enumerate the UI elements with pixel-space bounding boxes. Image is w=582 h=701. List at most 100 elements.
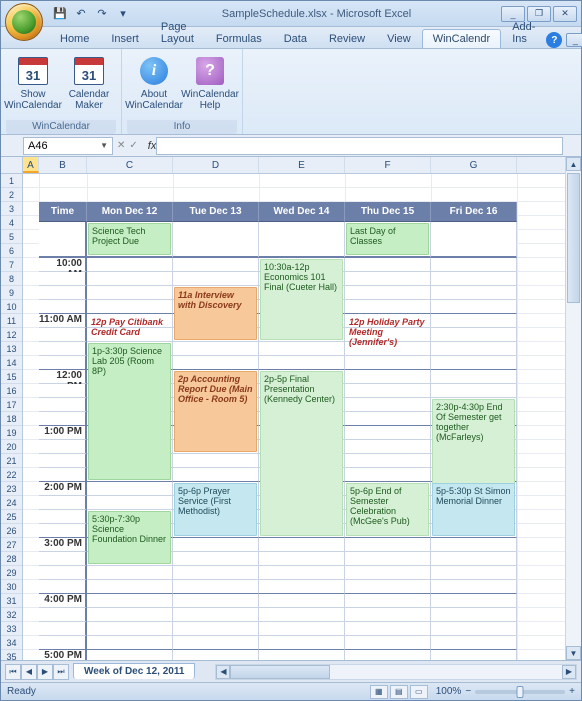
qat-dropdown-icon[interactable]: ▾ <box>114 5 132 23</box>
row-header[interactable]: 29 <box>1 566 22 580</box>
row-header[interactable]: 2 <box>1 188 22 202</box>
row-header[interactable]: 13 <box>1 342 22 356</box>
row-header[interactable]: 24 <box>1 496 22 510</box>
scroll-thumb[interactable] <box>567 173 580 303</box>
tab-review[interactable]: Review <box>318 29 376 48</box>
calendar-event[interactable]: 5:30p-7:30p Science Foundation Dinner <box>88 511 171 564</box>
tab-data[interactable]: Data <box>273 29 318 48</box>
row-header[interactable]: 23 <box>1 482 22 496</box>
calendar-event[interactable]: 2p-5p Final Presentation (Kennedy Center… <box>260 371 343 536</box>
row-header[interactable]: 22 <box>1 468 22 482</box>
row-header[interactable]: 16 <box>1 384 22 398</box>
row-header[interactable]: 6 <box>1 244 22 258</box>
row-header[interactable]: 8 <box>1 272 22 286</box>
save-icon[interactable]: 💾 <box>51 5 69 23</box>
undo-icon[interactable]: ↶ <box>72 5 90 23</box>
column-header[interactable]: G <box>431 157 517 173</box>
row-header[interactable]: 35 <box>1 650 22 660</box>
wincalendar-help-button[interactable]: ? WinCalendar Help <box>183 52 237 120</box>
zoom-slider[interactable] <box>475 690 565 694</box>
row-header[interactable]: 21 <box>1 454 22 468</box>
scroll-down-icon[interactable]: ▼ <box>566 646 581 660</box>
zoom-level[interactable]: 100% <box>436 686 462 697</box>
select-all-corner[interactable] <box>1 157 23 174</box>
close-button[interactable]: ✕ <box>553 6 577 22</box>
row-header[interactable]: 17 <box>1 398 22 412</box>
calendar-event[interactable]: 11a Interview with Discovery <box>174 287 257 340</box>
calendar-event[interactable]: 1p-3:30p Science Lab 205 (Room 8P) <box>88 343 171 480</box>
help-icon[interactable]: ? <box>546 32 562 48</box>
redo-icon[interactable]: ↷ <box>93 5 111 23</box>
calendar-event[interactable]: 5p-6p Prayer Service (First Methodist) <box>174 483 257 536</box>
calendar-maker-button[interactable]: 31 Calendar Maker <box>62 52 116 120</box>
row-header[interactable]: 10 <box>1 300 22 314</box>
name-box[interactable]: A46 ▼ <box>23 137 113 155</box>
row-header[interactable]: 25 <box>1 510 22 524</box>
tab-insert[interactable]: Insert <box>100 29 150 48</box>
row-header[interactable]: 1 <box>1 174 22 188</box>
column-header[interactable]: D <box>173 157 259 173</box>
page-layout-view-button[interactable]: ▤ <box>390 685 408 699</box>
row-header[interactable]: 28 <box>1 552 22 566</box>
column-header[interactable]: E <box>259 157 345 173</box>
scroll-right-icon[interactable]: ▶ <box>562 665 576 679</box>
row-header[interactable]: 30 <box>1 580 22 594</box>
scroll-thumb[interactable] <box>230 665 330 679</box>
calendar-event[interactable]: 2p Accounting Report Due (Main Office - … <box>174 371 257 452</box>
allday-event[interactable]: Last Day of Classes <box>346 223 429 255</box>
tab-formulas[interactable]: Formulas <box>205 29 273 48</box>
row-header[interactable]: 11 <box>1 314 22 328</box>
enter-icon[interactable]: ✓ <box>129 140 137 151</box>
about-wincalendar-button[interactable]: i About WinCalendar <box>127 52 181 120</box>
show-wincalendar-button[interactable]: 31 Show WinCalendar <box>6 52 60 120</box>
last-sheet-button[interactable]: ⏭ <box>53 664 69 680</box>
zoom-out-button[interactable]: − <box>465 686 471 697</box>
column-header[interactable]: A <box>23 157 39 173</box>
row-header[interactable]: 19 <box>1 426 22 440</box>
row-header[interactable]: 12 <box>1 328 22 342</box>
zoom-in-button[interactable]: + <box>569 686 575 697</box>
horizontal-scrollbar[interactable]: ◀ ▶ <box>215 664 577 680</box>
row-header[interactable]: 27 <box>1 538 22 552</box>
tab-page-layout[interactable]: Page Layout <box>150 17 205 48</box>
first-sheet-button[interactable]: ⏮ <box>5 664 21 680</box>
office-button[interactable] <box>5 3 43 41</box>
row-header[interactable]: 9 <box>1 286 22 300</box>
allday-event[interactable]: Science Tech Project Due <box>88 223 171 255</box>
next-sheet-button[interactable]: ▶ <box>37 664 53 680</box>
page-break-view-button[interactable]: ▭ <box>410 685 428 699</box>
row-header[interactable]: 33 <box>1 622 22 636</box>
row-header[interactable]: 7 <box>1 258 22 272</box>
row-header[interactable]: 18 <box>1 412 22 426</box>
tab-wincalendr[interactable]: WinCalendr <box>422 29 501 48</box>
fx-label[interactable]: fx <box>148 140 157 152</box>
row-header[interactable]: 15 <box>1 370 22 384</box>
prev-sheet-button[interactable]: ◀ <box>21 664 37 680</box>
sheet-tab[interactable]: Week of Dec 12, 2011 <box>73 663 195 679</box>
row-header[interactable]: 31 <box>1 594 22 608</box>
row-header[interactable]: 4 <box>1 216 22 230</box>
row-header[interactable]: 5 <box>1 230 22 244</box>
row-header[interactable]: 20 <box>1 440 22 454</box>
tab-view[interactable]: View <box>376 29 422 48</box>
tab-add-ins[interactable]: Add-Ins <box>501 17 546 48</box>
calendar-event[interactable]: 5p-6p End of Semester Celebration (McGee… <box>346 483 429 536</box>
row-header[interactable]: 32 <box>1 608 22 622</box>
row-header[interactable]: 3 <box>1 202 22 216</box>
normal-view-button[interactable]: ▦ <box>370 685 388 699</box>
formula-input[interactable] <box>156 137 563 155</box>
tab-home[interactable]: Home <box>49 29 100 48</box>
row-header[interactable]: 34 <box>1 636 22 650</box>
scroll-up-icon[interactable]: ▲ <box>566 157 581 171</box>
chevron-down-icon[interactable]: ▼ <box>100 141 108 150</box>
column-header[interactable]: C <box>87 157 173 173</box>
column-header[interactable]: F <box>345 157 431 173</box>
scroll-left-icon[interactable]: ◀ <box>216 665 230 679</box>
calendar-event[interactable]: 10:30a-12p Economics 101 Final (Cueter H… <box>260 259 343 340</box>
calendar-event[interactable]: 5p-5:30p St Simon Memorial Dinner <box>432 483 515 536</box>
row-header[interactable]: 14 <box>1 356 22 370</box>
calendar-event[interactable]: 12p Holiday Party Meeting (Jennifer's) <box>346 315 429 396</box>
cancel-icon[interactable]: ✕ <box>117 140 125 151</box>
doc-minimize-button[interactable]: _ <box>566 33 582 47</box>
grid-body[interactable]: TimeMon Dec 12Tue Dec 13Wed Dec 14Thu De… <box>23 174 565 660</box>
